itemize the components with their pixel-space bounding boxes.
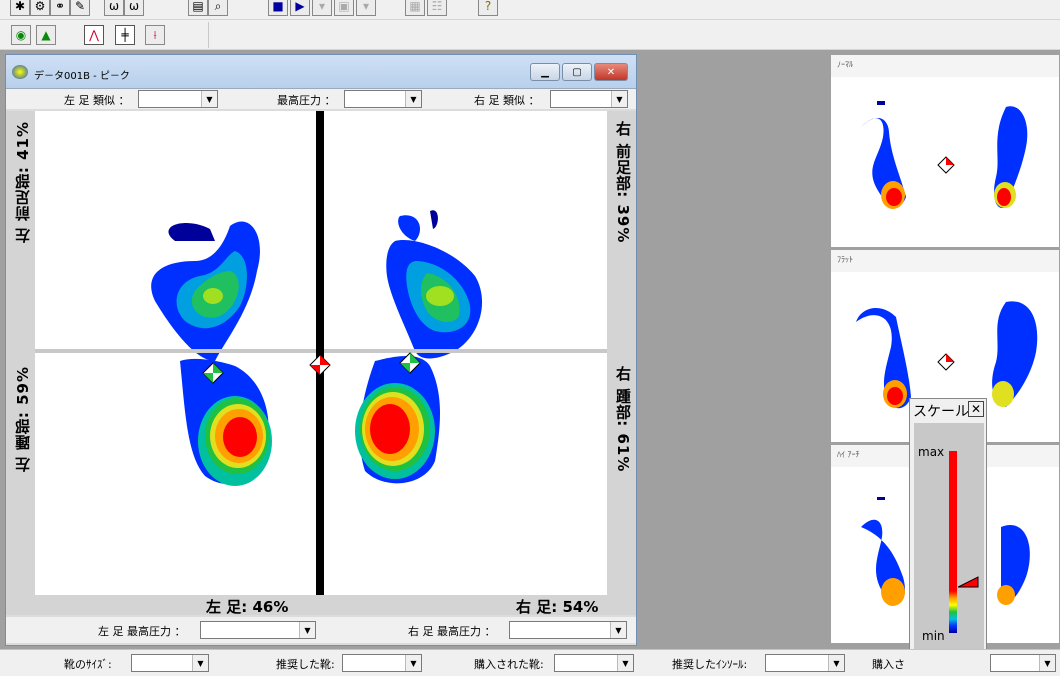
left-heel-label: 左 踵部: 59%	[14, 366, 32, 473]
grid-lines-icon[interactable]: ╪	[115, 25, 135, 45]
chevron-down-icon[interactable]: ▼	[1039, 655, 1055, 671]
similar-row: 左 足 類似 ： ▼ 最高圧力 ： ▼ 右 足 類似 ： ▼	[6, 89, 636, 109]
down-alt-icon[interactable]: ▾	[356, 0, 376, 16]
center-icon[interactable]: ⟊	[145, 25, 165, 45]
chevron-down-icon[interactable]: ▼	[611, 91, 627, 107]
scale-bar-high	[949, 451, 957, 591]
side-panel-title: ﾌﾗｯﾄ	[831, 250, 1059, 272]
scale-body: max min	[914, 423, 984, 661]
close-icon[interactable]: ✕	[968, 401, 984, 417]
maximize-button[interactable]: ▢	[562, 63, 592, 81]
recommended-insole-label: 推奨したｲﾝｿｰﾙ:	[672, 658, 748, 671]
minimize-button[interactable]: ▁	[530, 63, 560, 81]
right-footprint	[355, 210, 483, 484]
vertical-axis-line	[316, 111, 324, 595]
chevron-down-icon[interactable]: ▼	[192, 655, 208, 671]
grid-icon[interactable]: ▦	[405, 0, 425, 16]
window-title-bar[interactable]: デ－タ001B - ピ－ク ▁ ▢ ✕	[6, 55, 636, 89]
chevron-down-icon[interactable]: ▼	[610, 622, 626, 638]
recommended-shoe-label: 推奨した靴:	[276, 658, 335, 671]
max-pressure-label: 最高圧力 ：	[277, 94, 336, 107]
toolbar-second: ◉ ▲ ⋀ ╪ ⟊	[0, 20, 1060, 50]
help-icon[interactable]: ?	[478, 0, 498, 16]
play-icon[interactable]: ▶	[290, 0, 310, 16]
mountain-icon[interactable]: ▲	[36, 25, 56, 45]
stop-icon[interactable]: ■	[268, 0, 288, 16]
max-pressure-select[interactable]: ▼	[344, 90, 422, 108]
app-icon	[12, 65, 28, 79]
max-pressure-row: 左 足 最高圧力 ： ▼ 右 足 最高圧力 ： ▼	[6, 617, 636, 643]
right-similar-select[interactable]: ▼	[550, 90, 628, 108]
chevron-down-icon[interactable]: ▼	[405, 91, 421, 107]
scale-pointer[interactable]	[958, 573, 980, 589]
left-label-strip: 左 前足部: 41% 左 踵部: 59%	[6, 111, 35, 595]
status-bar: 靴のｻｲｽﾞ: ▼ 推奨した靴: ▼ 購入された靴: ▼ 推奨したｲﾝｿｰﾙ: …	[0, 649, 1060, 676]
main-window: デ－タ001B - ピ－ク ▁ ▢ ✕ 左 足 類似 ： ▼ 最高圧力 ： ▼ …	[5, 54, 637, 646]
preview-icon[interactable]: ⌕	[208, 0, 228, 16]
right-forefoot-label: 右 前足部: 39%	[614, 121, 632, 244]
right-max-pressure-select[interactable]: ▼	[509, 621, 627, 639]
chevron-down-icon[interactable]: ▼	[201, 91, 217, 107]
toolbar-divider	[208, 22, 209, 48]
arch-icon[interactable]: ⋀	[84, 25, 104, 45]
scale-popup[interactable]: スケール ✕ max min	[909, 398, 987, 666]
purchased-shoe-label: 購入された靴:	[474, 658, 544, 671]
pressure-map[interactable]	[35, 111, 607, 595]
paint-icon[interactable]: ✎	[70, 0, 90, 16]
feet-icon[interactable]: ω	[104, 0, 124, 16]
recommended-insole-select[interactable]: ▼	[765, 654, 845, 672]
chevron-down-icon[interactable]: ▼	[828, 655, 844, 671]
side-panel-normal[interactable]: ﾉｰﾏﾙ	[830, 54, 1060, 248]
record-icon[interactable]: ▣	[334, 0, 354, 16]
normal-footprint-thumb	[861, 101, 1028, 209]
scale-bar-gradient	[949, 591, 957, 633]
purchased-shoe-select[interactable]: ▼	[554, 654, 634, 672]
shoe-size-label: 靴のｻｲｽﾞ:	[64, 658, 112, 671]
list-icon[interactable]: ☷	[427, 0, 447, 16]
foot-view-icon[interactable]: ◉	[11, 25, 31, 45]
footprint-heatmap	[35, 111, 607, 595]
left-footprint	[151, 221, 272, 486]
left-max-pressure-label: 左 足 最高圧力 ：	[98, 625, 186, 638]
purchased-insole-label: 購入さ	[872, 658, 905, 671]
left-similar-select[interactable]: ▼	[138, 90, 218, 108]
right-label-strip: 右 前足部: 39% 右 踵部: 61%	[607, 111, 636, 595]
body-center-marker	[309, 354, 331, 376]
star-icon[interactable]: ✱	[10, 0, 30, 16]
shoe-size-select[interactable]: ▼	[131, 654, 209, 672]
close-button[interactable]: ✕	[594, 63, 628, 81]
right-heel-label: 右 踵部: 61%	[614, 366, 632, 473]
print-icon[interactable]: ▤	[188, 0, 208, 16]
right-total-label: 右 足: 54%	[516, 598, 599, 616]
feet-alt-icon[interactable]: ω	[124, 0, 144, 16]
window-title: デ－タ001B - ピ－ク	[34, 71, 130, 82]
chevron-down-icon[interactable]: ▼	[617, 655, 633, 671]
left-max-pressure-select[interactable]: ▼	[200, 621, 316, 639]
tool-icon[interactable]: ⚙	[30, 0, 50, 16]
toolbar-top: ✱ ⚙ ⚭ ✎ ω ω ▤ ⌕ ■ ▶ ▾ ▣ ▾ ▦ ☷ ?	[0, 0, 1060, 20]
recommended-shoe-select[interactable]: ▼	[342, 654, 422, 672]
right-similar-label: 右 足 類似 ：	[474, 94, 540, 107]
chevron-down-icon[interactable]: ▼	[405, 655, 421, 671]
scale-title: スケール	[913, 404, 969, 420]
scale-min-label: min	[922, 629, 945, 643]
right-max-pressure-label: 右 足 最高圧力 ：	[408, 625, 496, 638]
left-forefoot-label: 左 前足部: 41%	[14, 121, 32, 244]
chevron-down-icon[interactable]: ▼	[299, 622, 315, 638]
down-icon[interactable]: ▾	[312, 0, 332, 16]
side-panel-title: ﾉｰﾏﾙ	[831, 55, 1059, 77]
left-total-label: 左 足: 46%	[206, 598, 289, 616]
totals-row: 左 足: 46% 右 足: 54%	[6, 595, 636, 616]
scale-max-label: max	[918, 445, 945, 459]
purchased-insole-select[interactable]: ▼	[990, 654, 1056, 672]
link-icon[interactable]: ⚭	[50, 0, 70, 16]
left-similar-label: 左 足 類似 ：	[64, 94, 130, 107]
